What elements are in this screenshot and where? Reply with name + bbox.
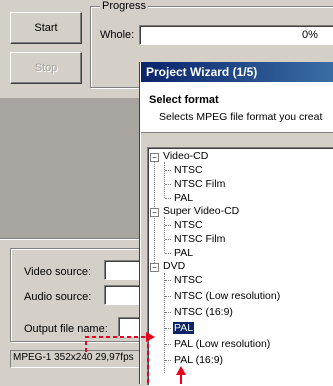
tree-line	[165, 344, 171, 345]
collapse-icon[interactable]: −	[150, 263, 159, 272]
preview-area	[0, 98, 140, 238]
tree-node-svcd-ntsc[interactable]: NTSC	[174, 219, 203, 231]
tree-node-svcd-pal[interactable]: PAL	[174, 247, 193, 259]
tree-node-super-video-cd[interactable]: Super Video-CD	[163, 205, 239, 217]
whole-progress-value: 0%	[302, 29, 318, 41]
tree-line	[165, 253, 171, 254]
start-button-label: Start	[34, 22, 58, 34]
tree-line	[165, 239, 171, 240]
wizard-titlebar[interactable]: Project Wizard (1/5)	[141, 62, 333, 82]
status-bar: MPEG-1 352x240 29,97fps	[10, 350, 140, 368]
progress-label: Progress	[100, 0, 149, 12]
tree-line	[164, 162, 165, 198]
tree-line	[165, 170, 171, 171]
tree-line	[165, 198, 171, 199]
wizard-title: Project Wizard (1/5)	[146, 65, 258, 79]
tree-node-vcd-pal[interactable]: PAL	[174, 192, 193, 204]
tree-node-dvd-ntsc[interactable]: NTSC	[174, 274, 203, 286]
start-button[interactable]: Start	[10, 12, 82, 44]
tree-node-vcd-ntsc-film[interactable]: NTSC Film	[174, 178, 225, 190]
wizard-heading: Select format	[149, 94, 219, 106]
whole-label: Whole:	[100, 29, 135, 41]
tree-node-video-cd[interactable]: Video-CD	[163, 150, 208, 162]
tree-node-svcd-ntsc-film[interactable]: NTSC Film	[174, 233, 225, 245]
tree-node-dvd-pal-low[interactable]: PAL (Low resolution)	[174, 338, 270, 350]
tree-node-vcd-ntsc[interactable]: NTSC	[174, 164, 203, 176]
format-tree[interactable]: − Video-CD NTSC NTSC Film PAL − Super Vi…	[147, 147, 333, 386]
tree-node-dvd-ntsc-low[interactable]: NTSC (Low resolution)	[174, 290, 280, 302]
stop-button[interactable]: Stop	[10, 52, 82, 84]
wizard-description: Selects MPEG file format you creat	[159, 111, 323, 123]
audio-source-label: Audio source:	[24, 291, 92, 303]
tree-line	[165, 296, 171, 297]
tree-node-dvd-ntsc-169[interactable]: NTSC (16:9)	[174, 306, 233, 318]
video-source-label: Video source:	[24, 266, 92, 278]
wizard-header: Select format Selects MPEG file format y…	[141, 82, 333, 133]
output-file-label: Output file name:	[24, 323, 108, 335]
tree-node-dvd-pal-169[interactable]: PAL (16:9)	[174, 354, 223, 366]
tree-line	[164, 273, 165, 373]
tree-line	[165, 225, 171, 226]
tree-line	[165, 328, 171, 329]
tree-line	[165, 312, 171, 313]
tree-line	[164, 217, 165, 253]
tree-node-dvd-pal-selected[interactable]: PAL	[173, 322, 195, 334]
stop-button-label: Stop	[34, 62, 58, 74]
divider	[0, 238, 140, 240]
tree-line	[165, 184, 171, 185]
status-text: MPEG-1 352x240 29,97fps	[13, 352, 134, 363]
tree-node-dvd[interactable]: DVD	[163, 260, 185, 272]
project-wizard-dialog: Project Wizard (1/5) Select format Selec…	[140, 62, 333, 386]
collapse-icon[interactable]: −	[150, 153, 159, 162]
tree-line	[165, 360, 171, 361]
tree-line	[165, 280, 171, 281]
collapse-icon[interactable]: −	[150, 208, 159, 217]
